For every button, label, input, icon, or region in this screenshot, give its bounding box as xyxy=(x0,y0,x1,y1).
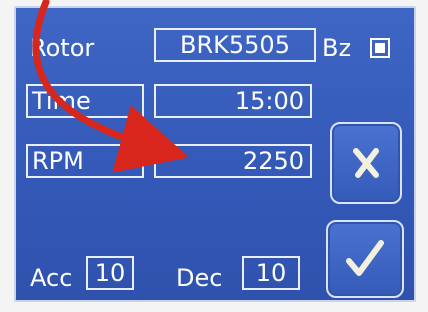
acc-field[interactable]: 10 xyxy=(86,256,134,290)
control-panel: Rotor BRK5505 Bz Time 15:00 RPM 2250 Acc… xyxy=(14,6,416,302)
time-field[interactable]: 15:00 xyxy=(154,84,312,118)
rotor-field[interactable]: BRK5505 xyxy=(154,28,316,62)
checkmark-icon xyxy=(346,240,384,276)
rotor-label: Rotor xyxy=(30,34,95,62)
dec-label: Dec xyxy=(176,264,223,292)
rpm-label-box: RPM xyxy=(26,144,144,178)
bz-label: Bz xyxy=(322,34,352,62)
acc-label: Acc xyxy=(30,264,73,292)
bz-checkbox[interactable] xyxy=(370,38,390,58)
cancel-button[interactable] xyxy=(330,122,402,204)
x-icon xyxy=(353,148,379,178)
confirm-button[interactable] xyxy=(326,220,404,298)
checked-indicator-icon xyxy=(375,43,385,53)
time-label-box: Time xyxy=(26,84,144,118)
dec-field[interactable]: 10 xyxy=(242,256,300,290)
rpm-field[interactable]: 2250 xyxy=(154,144,312,178)
